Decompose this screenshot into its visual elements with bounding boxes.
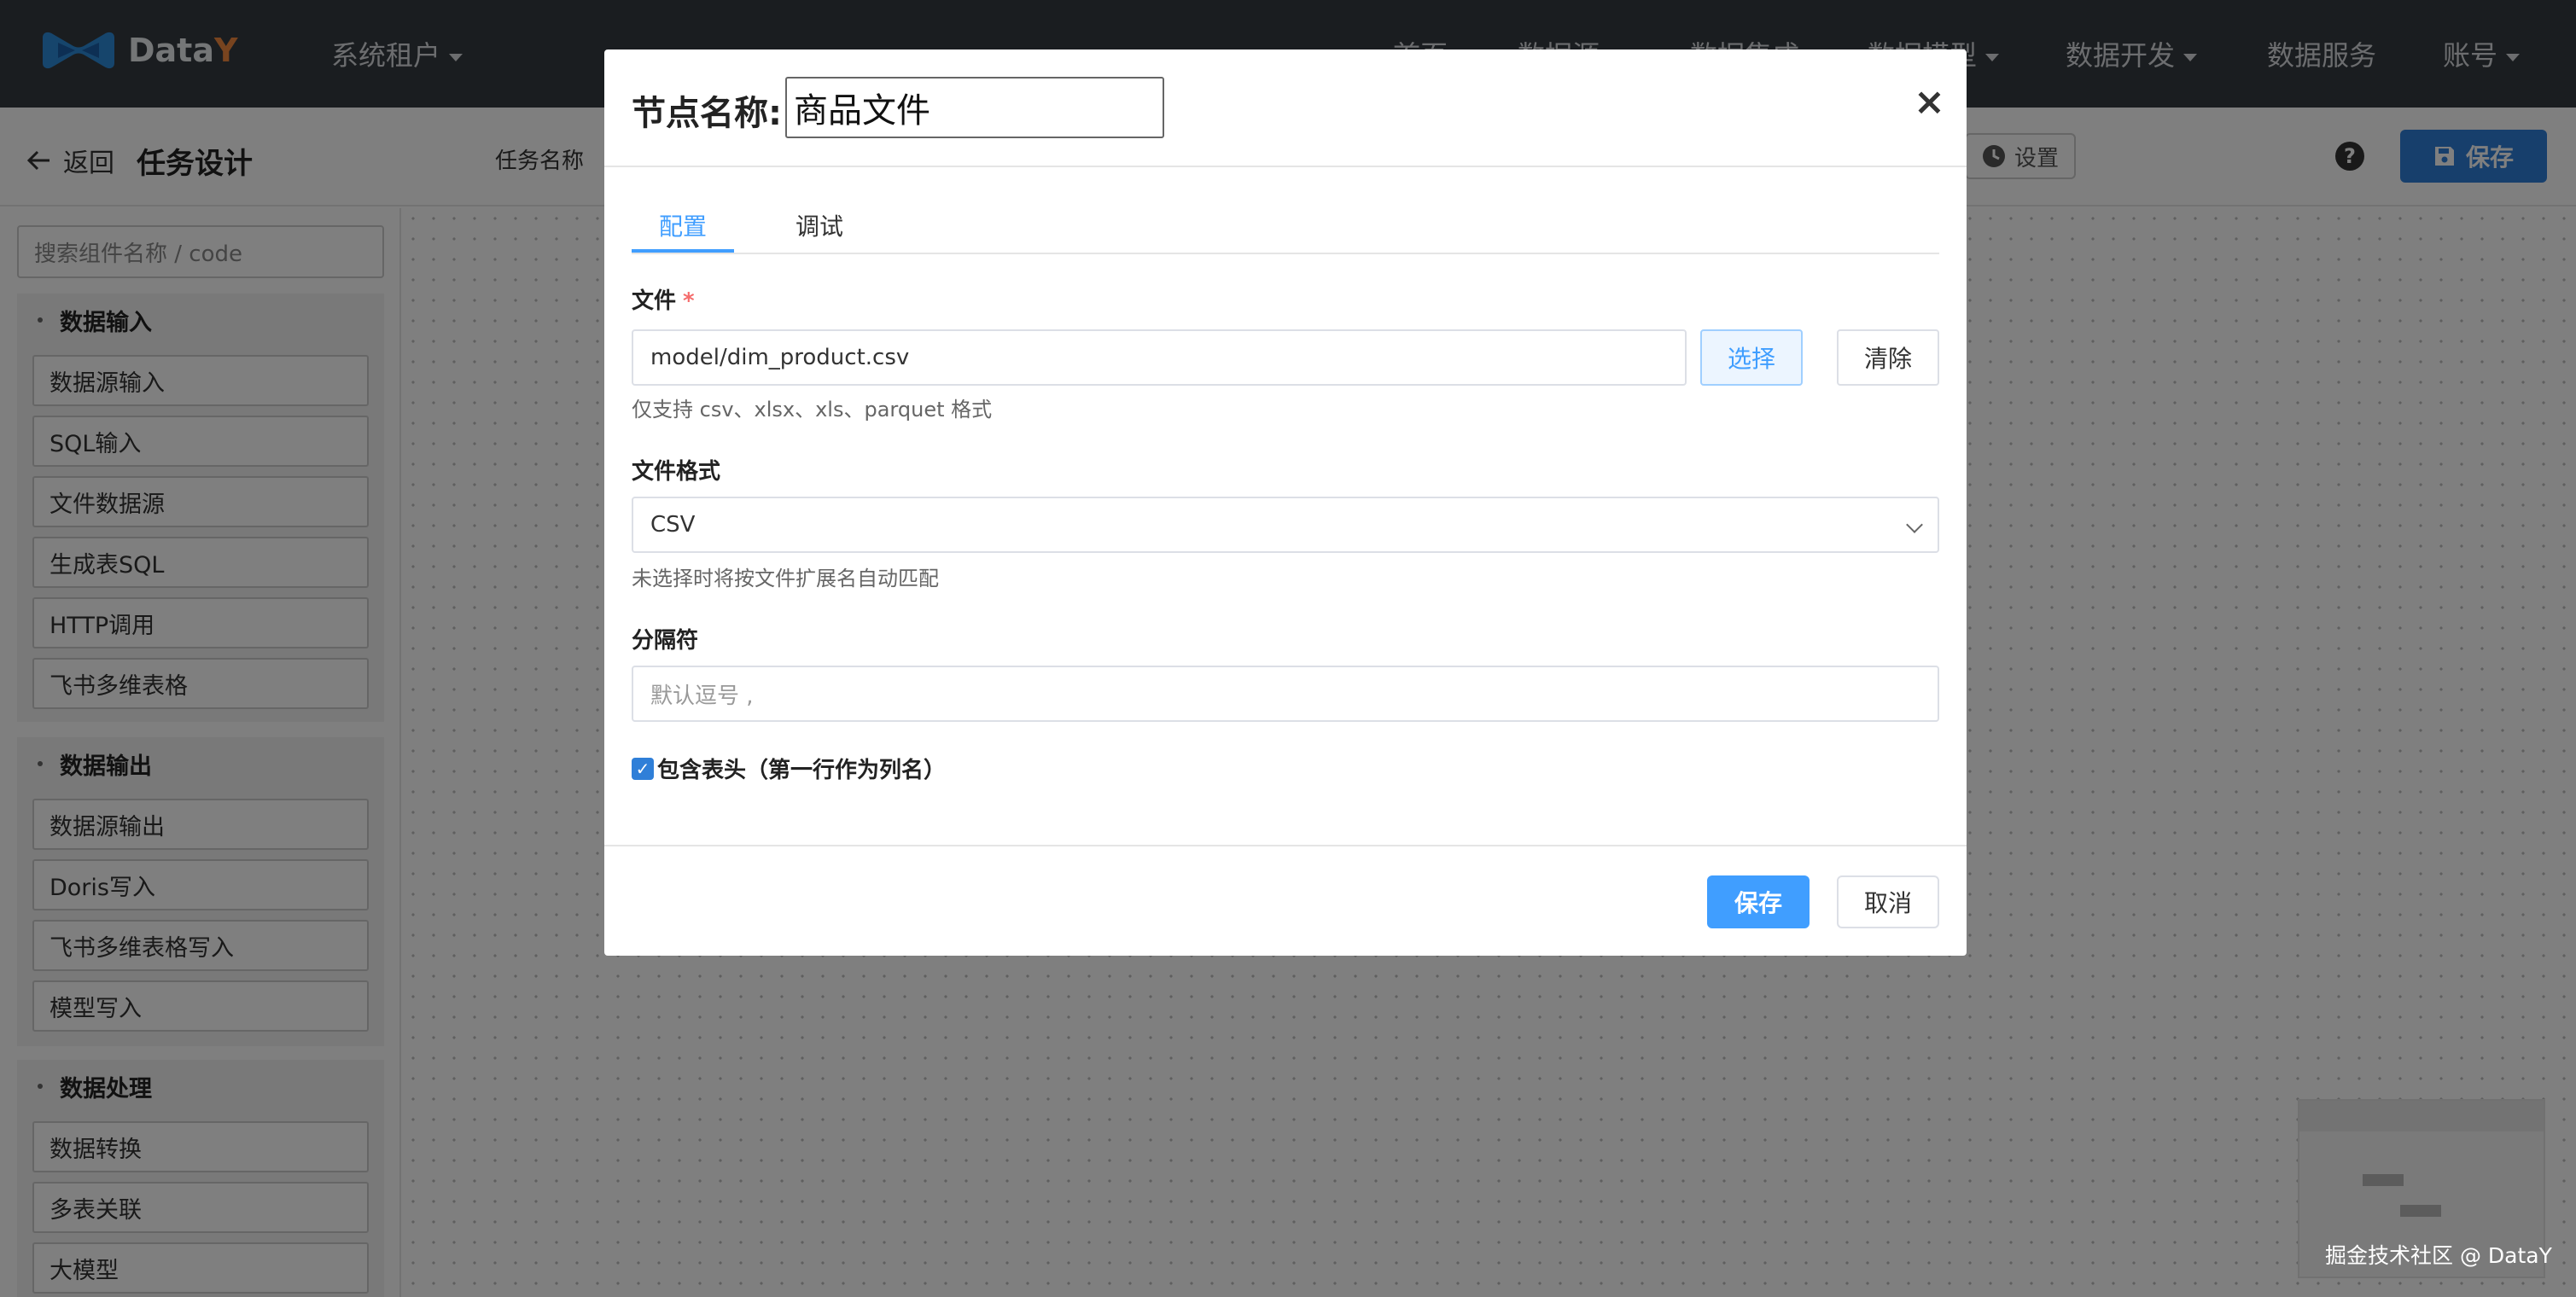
file-format-label: 文件格式	[632, 459, 721, 485]
file-format-auto-hint: 未选择时将按文件扩展名自动匹配	[632, 567, 939, 590]
dialog-tabs: 配置 调试	[632, 200, 1939, 254]
delimiter-input[interactable]: 默认逗号 ,	[632, 666, 1939, 722]
clear-file-button[interactable]: 清除	[1837, 329, 1939, 386]
file-path-input[interactable]: model/dim_product.csv	[632, 329, 1687, 386]
tab-debug[interactable]: 调试	[796, 208, 843, 242]
select-file-button[interactable]: 选择	[1700, 329, 1803, 386]
file-field-label: 文件 *	[632, 288, 695, 314]
tab-config[interactable]: 配置	[659, 208, 707, 242]
checkbox-checked-icon[interactable]: ✓	[632, 757, 654, 780]
node-name-input[interactable]	[785, 77, 1164, 138]
required-mark: *	[683, 288, 695, 314]
include-header-label: 包含表头（第一行作为列名）	[657, 758, 947, 783]
delimiter-label: 分隔符	[632, 628, 699, 654]
file-format-hint: 仅支持 csv、xlsx、xls、parquet 格式	[632, 398, 993, 422]
delimiter-placeholder: 默认逗号 ,	[650, 683, 754, 709]
node-name-label: 节点名称:	[632, 94, 782, 133]
dialog-footer: 保存 取消	[604, 845, 1967, 956]
cancel-button[interactable]: 取消	[1837, 875, 1939, 928]
watermark: 掘金技术社区 @ DataY	[2325, 1243, 2552, 1268]
save-button[interactable]: 保存	[1707, 875, 1810, 928]
dialog-header: 节点名称: ×	[604, 49, 1967, 167]
file-path-value: model/dim_product.csv	[650, 345, 910, 370]
file-format-value: CSV	[650, 512, 696, 538]
chevron-down-icon	[1906, 516, 1923, 533]
node-config-dialog: 节点名称: × 配置 调试 文件* model/dim_product.csv …	[604, 49, 1967, 956]
include-header-option[interactable]: ✓ 包含表头（第一行作为列名）	[632, 753, 946, 784]
file-format-select[interactable]: CSV	[632, 497, 1939, 553]
active-tab-indicator	[632, 249, 734, 253]
close-icon[interactable]: ×	[1914, 84, 1945, 121]
